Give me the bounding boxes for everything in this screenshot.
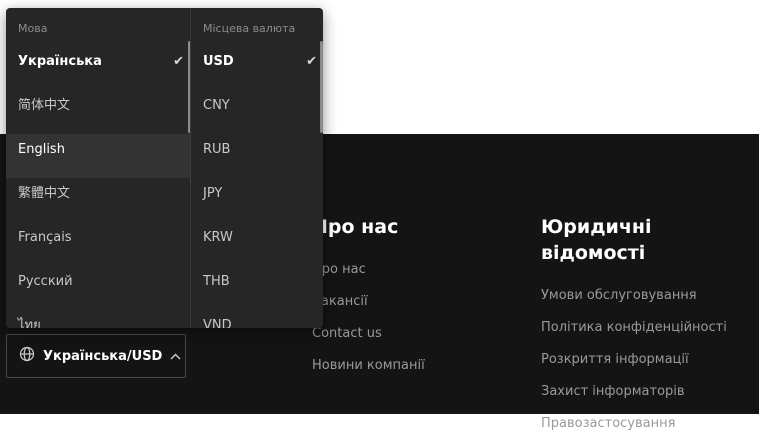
language-list: Мова Українська ✔ 简体中文 English 繁體中文 Fran… bbox=[6, 8, 191, 328]
check-icon: ✔ bbox=[306, 54, 317, 69]
footer-about-heading: Про нас bbox=[312, 216, 399, 238]
currency-option-jpy[interactable]: JPY bbox=[191, 178, 323, 222]
language-option-russian[interactable]: Русский bbox=[6, 266, 190, 310]
language-option-label: Русский bbox=[18, 274, 73, 289]
language-option-label: Українська bbox=[18, 54, 102, 69]
globe-icon bbox=[19, 346, 35, 366]
footer-link-privacy[interactable]: Політика конфіденційності bbox=[541, 312, 759, 344]
currency-scrollbar[interactable] bbox=[320, 41, 323, 133]
selector-label: Українська/USD bbox=[43, 348, 163, 364]
language-currency-dropdown: Мова Українська ✔ 简体中文 English 繁體中文 Fran… bbox=[6, 8, 323, 328]
currency-option-label: RUB bbox=[203, 142, 231, 157]
currency-header: Місцева валюта bbox=[203, 22, 296, 35]
language-option-label: ไทย bbox=[18, 318, 41, 328]
footer-link-disclosure[interactable]: Розкриття інформації bbox=[541, 344, 759, 376]
footer-about-column: Про нас Про нас Вакансії Contact us Нови… bbox=[312, 214, 512, 382]
currency-list: Місцева валюта USD ✔ CNY RUB JPY KRW THB… bbox=[191, 8, 323, 328]
footer-link-terms[interactable]: Умови обслуговування bbox=[541, 280, 759, 312]
footer-link-contact[interactable]: Contact us bbox=[312, 318, 512, 350]
language-option-french[interactable]: Français bbox=[6, 222, 190, 266]
currency-option-label: CNY bbox=[203, 98, 230, 113]
language-option-label: 简体中文 bbox=[18, 98, 71, 113]
footer-link-news[interactable]: Новини компанії bbox=[312, 350, 512, 382]
chevron-up-icon bbox=[170, 350, 181, 363]
language-option-traditional-chinese[interactable]: 繁體中文 bbox=[6, 178, 190, 222]
currency-option-label: VND bbox=[203, 318, 232, 328]
currency-option-label: KRW bbox=[203, 230, 233, 245]
check-icon: ✔ bbox=[173, 54, 184, 69]
language-option-label: Français bbox=[18, 230, 72, 245]
currency-option-cny[interactable]: CNY bbox=[191, 90, 323, 134]
currency-option-krw[interactable]: KRW bbox=[191, 222, 323, 266]
footer-link-vacancies[interactable]: Вакансії bbox=[312, 286, 512, 318]
currency-option-label: JPY bbox=[203, 186, 223, 201]
currency-option-label: THB bbox=[203, 274, 230, 289]
language-option-thai[interactable]: ไทย bbox=[6, 310, 190, 328]
currency-option-thb[interactable]: THB bbox=[191, 266, 323, 310]
footer-legal-column: Юридичні відомості Умови обслуговування … bbox=[541, 214, 759, 440]
language-header: Мова bbox=[18, 22, 48, 35]
language-currency-selector[interactable]: Українська/USD bbox=[6, 334, 186, 378]
footer-legal-heading: Юридичні відомості bbox=[541, 216, 652, 264]
footer-link-about[interactable]: Про нас bbox=[312, 254, 512, 286]
language-option-label: English bbox=[18, 142, 65, 157]
language-option-english[interactable]: English bbox=[6, 134, 190, 178]
footer-link-whistleblower[interactable]: Захист інформаторів bbox=[541, 376, 759, 408]
language-option-simplified-chinese[interactable]: 简体中文 bbox=[6, 90, 190, 134]
language-option-ukrainian[interactable]: Українська ✔ bbox=[6, 46, 190, 90]
currency-option-rub[interactable]: RUB bbox=[191, 134, 323, 178]
language-option-label: 繁體中文 bbox=[18, 186, 71, 201]
currency-option-usd[interactable]: USD ✔ bbox=[191, 46, 323, 90]
footer-link-law-enforcement[interactable]: Правозастосування bbox=[541, 408, 759, 440]
currency-option-label: USD bbox=[203, 54, 234, 69]
currency-option-vnd[interactable]: VND bbox=[191, 310, 323, 328]
